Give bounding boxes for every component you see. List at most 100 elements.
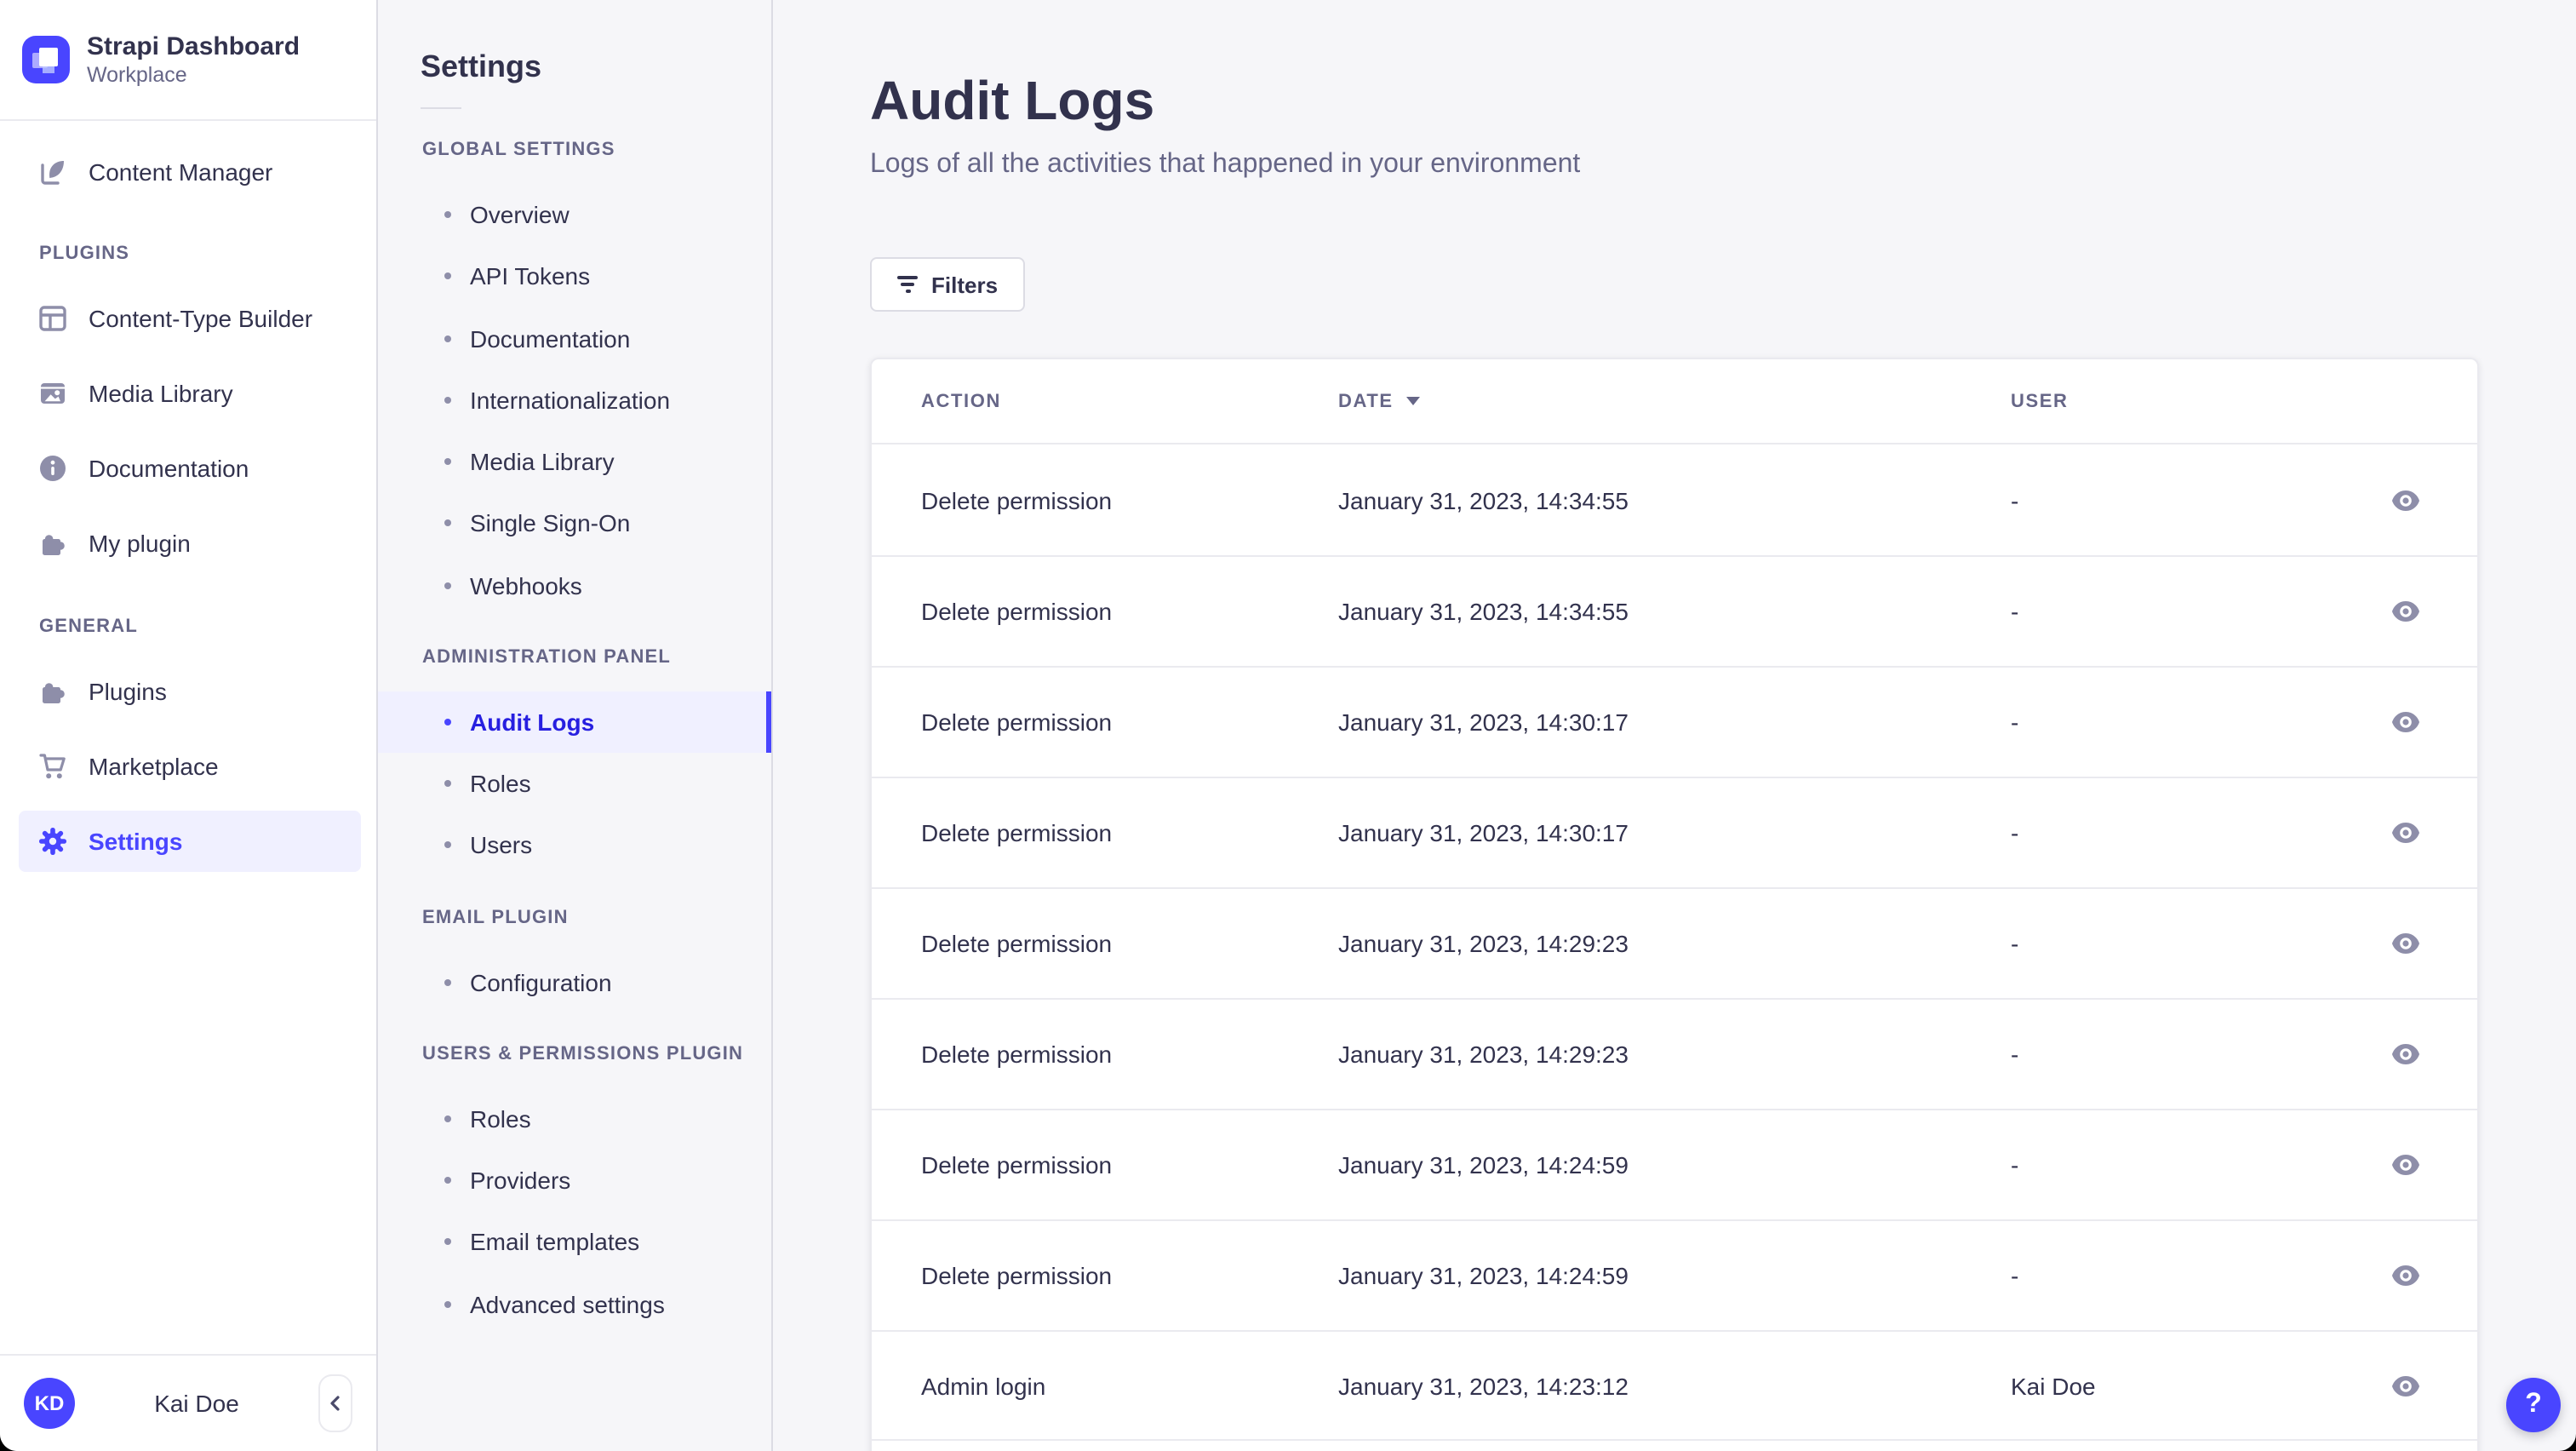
- subnav-item-media-library[interactable]: Media Library: [378, 431, 771, 493]
- table-row[interactable]: Admin login January 31, 2023, 14:23:12 K…: [872, 1330, 2477, 1441]
- subnav-title: Settings: [421, 49, 542, 83]
- subnav-divider: [421, 107, 461, 109]
- sidebar-item-label: Marketplace: [89, 753, 219, 780]
- view-details-button[interactable]: [2385, 1148, 2426, 1182]
- sidebar-item-label: Content Manager: [89, 158, 273, 186]
- table-row[interactable]: Delete permission January 31, 2023, 14:2…: [872, 1219, 2477, 1330]
- cart-icon: [37, 751, 68, 782]
- subnav-item-email-templates[interactable]: Email templates: [378, 1212, 771, 1274]
- sidebar-item-label: Plugins: [89, 678, 167, 705]
- workspace-switcher[interactable]: Strapi Dashboard Workplace: [0, 0, 376, 121]
- sidebar-item-settings[interactable]: Settings: [19, 811, 361, 872]
- column-header-date[interactable]: DATE: [1338, 391, 1421, 411]
- table-row[interactable]: Delete permission January 31, 2023, 14:3…: [872, 555, 2477, 666]
- brand-text: Strapi Dashboard Workplace: [87, 32, 300, 88]
- column-header-action: ACTION: [921, 391, 1001, 411]
- sidebar-section-general: GENERAL: [39, 617, 138, 637]
- filters-button[interactable]: Filters: [870, 257, 1026, 312]
- table-row[interactable]: Delete permission January 31, 2023, 14:3…: [872, 666, 2477, 777]
- sidebar-item-documentation[interactable]: Documentation: [19, 431, 361, 506]
- table-row[interactable]: Delete permission January 31, 2023, 14:2…: [872, 1109, 2477, 1219]
- screen: Strapi Dashboard Workplace Content Manag…: [0, 0, 2576, 1451]
- bullet-icon: [444, 211, 451, 219]
- strapi-logo: [22, 36, 70, 83]
- eye-icon: [2392, 1044, 2419, 1064]
- sidebar-item-marketplace[interactable]: Marketplace: [19, 729, 361, 804]
- view-details-button[interactable]: [2385, 1037, 2426, 1071]
- view-details-button[interactable]: [2385, 816, 2426, 850]
- bullet-icon: [444, 1177, 451, 1184]
- view-details-button[interactable]: [2385, 1368, 2426, 1402]
- collapse-sidebar-button[interactable]: [318, 1374, 352, 1432]
- table-header: ACTION DATE USER: [872, 359, 2477, 444]
- help-button[interactable]: ?: [2506, 1378, 2561, 1432]
- subnav-section-users-permissions-plugin: USERS & PERMISSIONS PLUGIN: [422, 1043, 744, 1064]
- feather-icon: [37, 157, 68, 187]
- strapi-admin-app: Strapi Dashboard Workplace Content Manag…: [0, 0, 2576, 1451]
- bullet-icon: [444, 519, 451, 527]
- bullet-icon: [444, 396, 451, 404]
- sidebar-item-plugins[interactable]: Plugins: [19, 654, 361, 729]
- view-details-button[interactable]: [2385, 483, 2426, 517]
- sidebar-item-label: Documentation: [89, 455, 249, 482]
- table-row[interactable]: Delete permission January 31, 2023, 14:3…: [872, 777, 2477, 887]
- chevron-left-icon: [325, 1393, 346, 1414]
- subnav-section-global-settings: GLOBAL SETTINGS: [422, 140, 615, 160]
- sidebar-item-content-manager[interactable]: Content Manager: [19, 135, 361, 209]
- bullet-icon: [444, 1115, 451, 1122]
- eye-icon: [2392, 933, 2419, 954]
- bullet-icon: [444, 272, 451, 280]
- sidebar-item-my-plugin[interactable]: My plugin: [19, 506, 361, 581]
- view-details-button[interactable]: [2385, 926, 2426, 961]
- workspace-name: Workplace: [87, 62, 187, 86]
- subnav-item-advanced-settings[interactable]: Advanced settings: [378, 1273, 771, 1335]
- main-sidebar: Strapi Dashboard Workplace Content Manag…: [0, 0, 378, 1451]
- filter-icon: [897, 276, 918, 293]
- subnav-item-single-sign-on[interactable]: Single Sign-On: [378, 493, 771, 555]
- page-title: Audit Logs: [870, 70, 1155, 131]
- subnav-item-admin-users[interactable]: Users: [378, 815, 771, 877]
- bullet-icon: [444, 841, 451, 849]
- info-icon: [37, 453, 68, 484]
- column-header-user: USER: [2011, 391, 2069, 411]
- table-row[interactable]: Delete permission January 31, 2023, 14:2…: [872, 887, 2477, 998]
- view-details-button[interactable]: [2385, 705, 2426, 739]
- sidebar-item-label: Settings: [89, 828, 183, 855]
- subnav-item-overview[interactable]: Overview: [378, 184, 771, 246]
- app-title: Strapi Dashboard: [87, 32, 301, 60]
- sidebar-item-content-type-builder[interactable]: Content-Type Builder: [19, 281, 361, 356]
- user-avatar: KD: [24, 1378, 75, 1429]
- table-row[interactable]: Delete permission January 31, 2023, 14:3…: [872, 444, 2477, 555]
- sidebar-section-plugins: PLUGINS: [39, 244, 130, 264]
- subnav-item-webhooks[interactable]: Webhooks: [378, 554, 771, 617]
- sidebar-item-media-library[interactable]: Media Library: [19, 356, 361, 431]
- view-details-button[interactable]: [2385, 594, 2426, 628]
- bullet-icon: [444, 780, 451, 788]
- eye-icon: [2392, 823, 2419, 843]
- bullet-icon: [444, 582, 451, 589]
- subnav-item-configuration[interactable]: Configuration: [378, 951, 771, 1013]
- audit-logs-page: Audit Logs Logs of all the activities th…: [773, 0, 2576, 1451]
- subnav-item-up-roles[interactable]: Roles: [378, 1088, 771, 1150]
- subnav-item-admin-roles[interactable]: Roles: [378, 753, 771, 815]
- sidebar-item-label: My plugin: [89, 530, 191, 557]
- subnav-item-api-tokens[interactable]: API Tokens: [378, 246, 771, 308]
- page-subtitle: Logs of all the activities that happened…: [870, 150, 1581, 179]
- settings-subnav: Settings GLOBAL SETTINGS Overview API To…: [378, 0, 773, 1451]
- table-row[interactable]: Delete permission January 31, 2023, 14:2…: [872, 998, 2477, 1109]
- gear-icon: [37, 826, 68, 857]
- puzzle-icon: [37, 528, 68, 559]
- bullet-icon: [444, 458, 451, 466]
- grid-icon: [37, 303, 68, 334]
- eye-icon: [2392, 601, 2419, 622]
- subnav-item-internationalization[interactable]: Internationalization: [378, 370, 771, 432]
- bullet-icon: [444, 335, 451, 342]
- subnav-item-providers[interactable]: Providers: [378, 1150, 771, 1212]
- view-details-button[interactable]: [2385, 1259, 2426, 1293]
- bullet-icon: [444, 1238, 451, 1246]
- sidebar-item-label: Content-Type Builder: [89, 305, 313, 332]
- subnav-item-audit-logs[interactable]: Audit Logs: [378, 691, 771, 754]
- subnav-item-documentation[interactable]: Documentation: [378, 307, 771, 370]
- sidebar-item-label: Media Library: [89, 380, 233, 407]
- bullet-icon: [444, 718, 451, 726]
